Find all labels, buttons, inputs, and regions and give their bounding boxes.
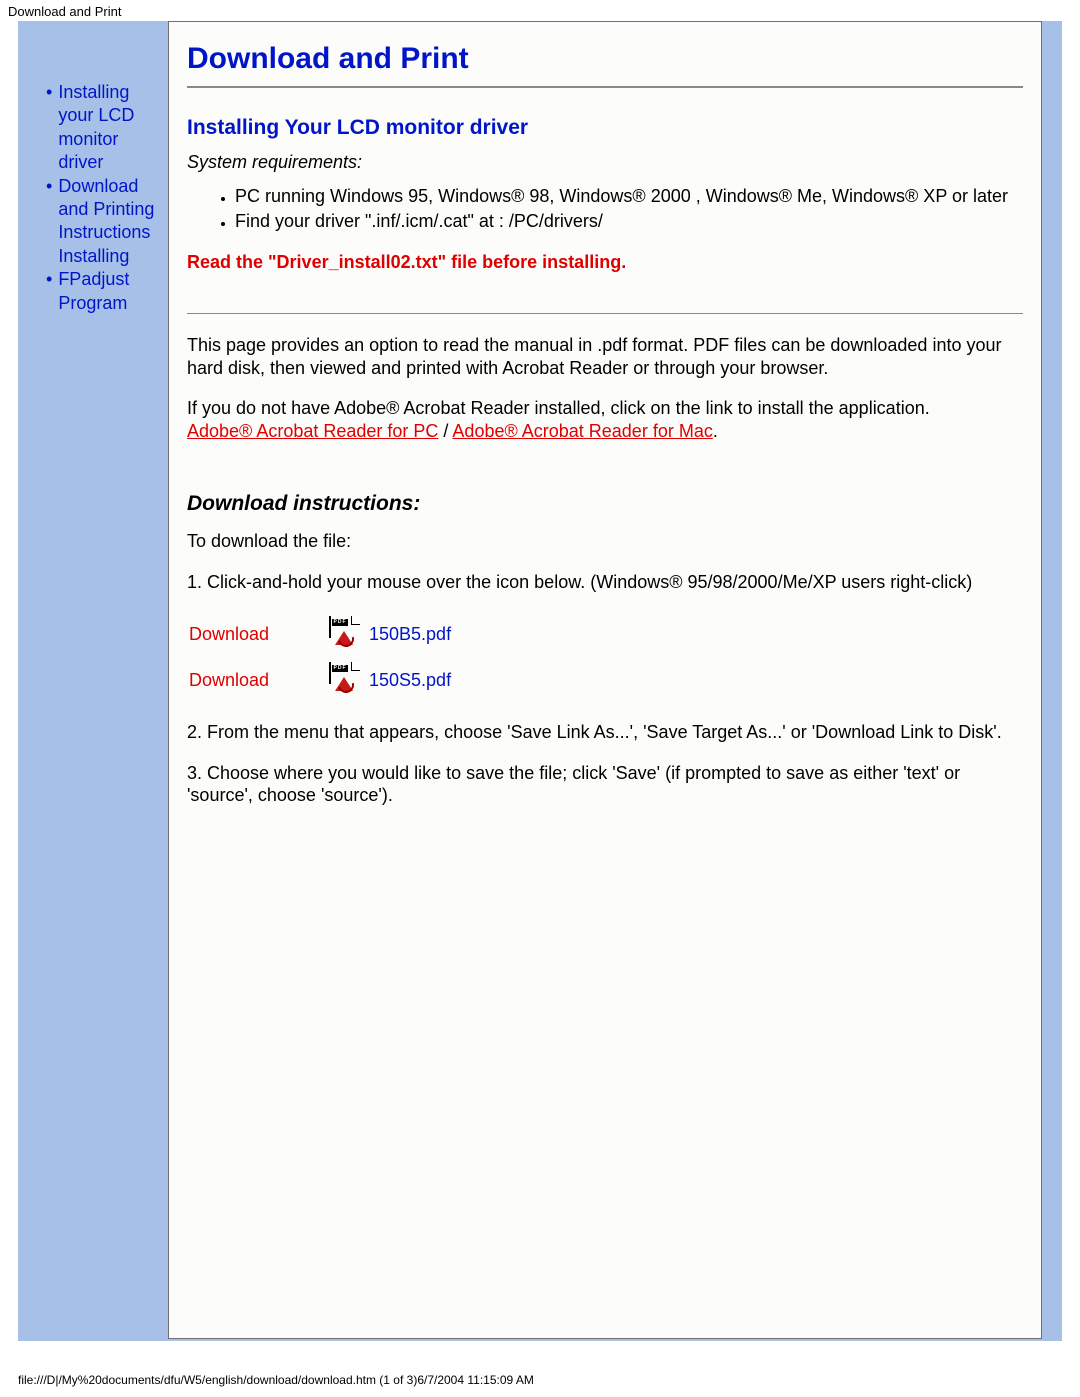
intro-paragraph: This page provides an option to read the… xyxy=(187,334,1023,379)
download-instructions-heading: Download instructions: xyxy=(187,492,1023,516)
download-intro: To download the file: xyxy=(187,530,1023,553)
sysreq-list: PC running Windows 95, Windows® 98, Wind… xyxy=(187,185,1023,232)
download-step-2: 2. From the menu that appears, choose 'S… xyxy=(187,721,1023,744)
download-row: Download PDF 150B5.pdf xyxy=(189,617,1023,651)
acrobat-pre-text: If you do not have Adobe® Acrobat Reader… xyxy=(187,398,930,418)
page-title: Download and Print xyxy=(187,42,1023,76)
bullet-icon: • xyxy=(46,268,52,291)
sidebar-nav: • Installing your LCD monitor driver • D… xyxy=(18,81,168,315)
acrobat-mac-link[interactable]: Adobe® Acrobat Reader for Mac xyxy=(452,421,712,441)
pdf-download-link-150s5[interactable]: PDF 150S5.pdf xyxy=(329,663,451,697)
content-frame: • Installing your LCD monitor driver • D… xyxy=(18,21,1062,1341)
install-warning: Read the "Driver_install02.txt" file bef… xyxy=(187,252,1023,273)
sidebar-link[interactable]: FPadjust Program xyxy=(58,268,168,315)
sysreq-label: System requirements: xyxy=(187,152,1023,173)
download-label: Download xyxy=(189,670,299,691)
download-row: Download PDF 150S5.pdf xyxy=(189,663,1023,697)
sidebar-link[interactable]: Download and Printing Instructions Insta… xyxy=(58,175,168,269)
pdf-filename: 150S5.pdf xyxy=(369,670,451,691)
pdf-filename: 150B5.pdf xyxy=(369,624,451,645)
divider xyxy=(187,313,1023,314)
sidebar-item-download-print[interactable]: • Download and Printing Instructions Ins… xyxy=(46,175,168,269)
download-label: Download xyxy=(189,624,299,645)
footer-path: file:///D|/My%20documents/dfu/W5/english… xyxy=(18,1373,534,1387)
acrobat-separator: / xyxy=(438,421,452,441)
sidebar-item-fpadjust[interactable]: • FPadjust Program xyxy=(46,268,168,315)
bullet-icon: • xyxy=(46,175,52,198)
divider xyxy=(187,86,1023,88)
acrobat-pc-link[interactable]: Adobe® Acrobat Reader for PC xyxy=(187,421,438,441)
pdf-icon: PDF xyxy=(329,663,359,697)
acrobat-post-text: . xyxy=(713,421,718,441)
sysreq-item: PC running Windows 95, Windows® 98, Wind… xyxy=(235,185,1023,208)
sysreq-item: Find your driver ".inf/.icm/.cat" at : /… xyxy=(235,210,1023,233)
download-step-3: 3. Choose where you would like to save t… xyxy=(187,762,1023,807)
acrobat-paragraph: If you do not have Adobe® Acrobat Reader… xyxy=(187,397,1023,442)
page-header: Download and Print xyxy=(0,0,1080,21)
sidebar-item-install-driver[interactable]: • Installing your LCD monitor driver xyxy=(46,81,168,175)
pdf-icon: PDF xyxy=(329,617,359,651)
download-step-1: 1. Click-and-hold your mouse over the ic… xyxy=(187,571,1023,594)
section-heading-install: Installing Your LCD monitor driver xyxy=(187,116,1023,140)
main-content: Download and Print Installing Your LCD m… xyxy=(168,21,1042,1339)
pdf-download-link-150b5[interactable]: PDF 150B5.pdf xyxy=(329,617,451,651)
downloads-list: Download PDF 150B5.pdf Download xyxy=(189,617,1023,697)
bullet-icon: • xyxy=(46,81,52,104)
sidebar-link[interactable]: Installing your LCD monitor driver xyxy=(58,81,168,175)
